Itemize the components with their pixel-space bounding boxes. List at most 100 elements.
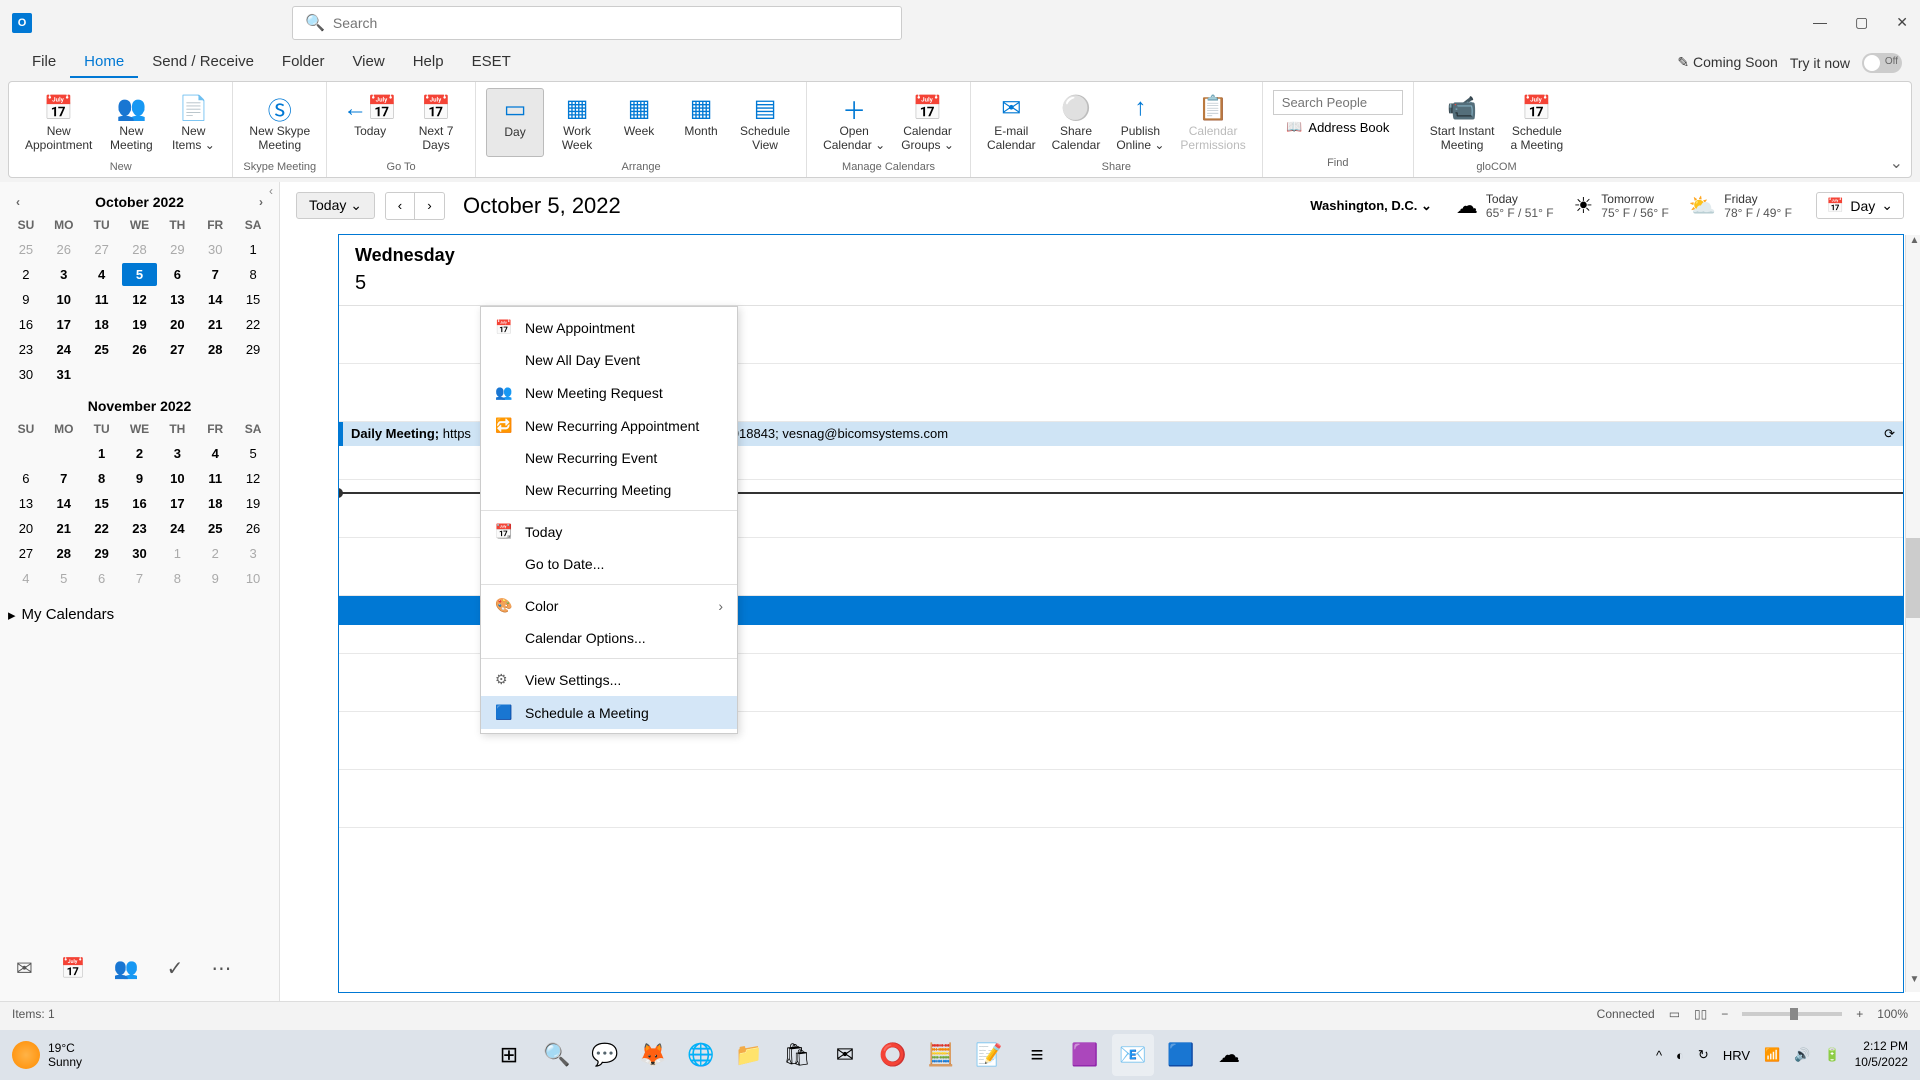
ctx-new-recurring-event[interactable]: New Recurring Event [481,442,737,474]
cal-day[interactable]: 3 [235,542,271,565]
cal-day[interactable]: 7 [46,467,82,490]
time-slot[interactable]: 7 PM [339,770,1903,828]
ctx-today[interactable]: 📆Today [481,515,737,548]
cal-day[interactable]: 27 [84,238,120,261]
forecast-today[interactable]: ☁Today65° F / 51° F [1456,192,1554,220]
ribbon-schedule-view[interactable]: ▤Schedule View [734,88,796,157]
cal-day[interactable]: 10 [46,288,82,311]
cal-day[interactable]: 12 [235,467,271,490]
next-day-button[interactable]: › [415,192,445,220]
cal-day[interactable]: 10 [235,567,271,590]
cal-day[interactable]: 6 [159,263,195,286]
taskbar-explorer-icon[interactable]: 📁 [728,1034,770,1076]
cal-day[interactable]: 6 [84,567,120,590]
cal-day[interactable]: 18 [197,492,233,515]
taskbar-vscode-icon[interactable]: ≡ [1016,1034,1058,1076]
people-nav-icon[interactable]: 👥 [114,956,139,981]
cal-day[interactable]: 11 [84,288,120,311]
menu-help[interactable]: Help [399,47,458,78]
menu-home[interactable]: Home [70,47,138,78]
ctx-new-appointment[interactable]: 📅New Appointment [481,311,737,344]
zoom-out-button[interactable]: − [1721,1007,1728,1021]
next-month-button[interactable]: › [259,195,263,209]
ribbon-new-skype-meeting[interactable]: ⓈNew Skype Meeting [243,88,316,157]
cal-day[interactable]: 18 [84,313,120,336]
forecast-friday[interactable]: ⛅Friday78° F / 49° F [1689,192,1792,220]
cal-day[interactable]: 30 [197,238,233,261]
cal-day[interactable]: 25 [84,338,120,361]
minimize-button[interactable]: — [1813,14,1827,31]
cal-day[interactable]: 23 [8,338,44,361]
ctx-schedule-a-meeting[interactable]: 🟦Schedule a Meeting [481,696,737,729]
cal-day[interactable]: 21 [46,517,82,540]
search-box[interactable]: 🔍 [292,6,902,40]
ctx-go-to-date---[interactable]: Go to Date... [481,548,737,580]
taskbar-edge-icon[interactable]: 🌐 [680,1034,722,1076]
cal-day[interactable]: 13 [8,492,44,515]
tasks-nav-icon[interactable]: ✓ [167,956,184,981]
view-normal-icon[interactable]: ▭ [1669,1007,1680,1021]
cal-day[interactable]: 30 [8,363,44,386]
ribbon-publish-online--[interactable]: ↑Publish Online ⌄ [1110,88,1170,157]
cal-day[interactable]: 16 [8,313,44,336]
cal-day[interactable]: 4 [8,567,44,590]
ctx-new-meeting-request[interactable]: 👥New Meeting Request [481,376,737,409]
today-button[interactable]: Today ⌄ [296,192,375,219]
start-button[interactable]: ⊞ [488,1034,530,1076]
menu-sendreceive[interactable]: Send / Receive [138,47,268,78]
cal-day[interactable]: 9 [197,567,233,590]
cal-day[interactable]: 24 [46,338,82,361]
cal-day[interactable]: 5 [46,567,82,590]
tray-clock[interactable]: 2:12 PM10/5/2022 [1855,1039,1908,1070]
cal-day[interactable]: 19 [235,492,271,515]
cal-day[interactable]: 3 [46,263,82,286]
my-calendars-toggle[interactable]: ▸ My Calendars [8,606,271,624]
taskbar-store-icon[interactable]: 🛍 [776,1034,818,1076]
ribbon-collapse-button[interactable]: ⌄ [1890,153,1903,173]
ctx-view-settings---[interactable]: ⚙View Settings... [481,663,737,696]
cal-day[interactable]: 26 [46,238,82,261]
cal-day[interactable]: 13 [159,288,195,311]
cal-day[interactable]: 29 [84,542,120,565]
cal-day[interactable]: 8 [84,467,120,490]
taskbar-weather[interactable]: 19°CSunny [12,1041,82,1070]
cal-day[interactable]: 23 [122,517,158,540]
ribbon-open-calendar--[interactable]: ＋Open Calendar ⌄ [817,88,891,157]
ribbon-schedule-a-meeting[interactable]: 📅Schedule a Meeting [1504,88,1569,157]
ribbon-work-week[interactable]: ▦Work Week [548,88,606,157]
cal-day[interactable]: 1 [159,542,195,565]
ctx-calendar-options---[interactable]: Calendar Options... [481,622,737,654]
cal-day[interactable]: 5 [235,442,271,465]
tray-battery-icon[interactable]: 🔋 [1824,1047,1840,1063]
forecast-tomorrow[interactable]: ☀Tomorrow75° F / 56° F [1574,192,1669,220]
tray-eset-icon[interactable]: ◐ [1676,1048,1684,1063]
ribbon-new-appointment[interactable]: 📅New Appointment [19,88,98,157]
ribbon-start-instant-meeting[interactable]: 📹Start Instant Meeting [1424,88,1501,157]
cal-day[interactable]: 9 [122,467,158,490]
cal-day[interactable]: 16 [122,492,158,515]
cal-day[interactable]: 28 [46,542,82,565]
cal-day[interactable]: 11 [197,467,233,490]
cal-day[interactable]: 27 [159,338,195,361]
taskbar-mail-icon[interactable]: ✉ [824,1034,866,1076]
cal-day[interactable]: 15 [84,492,120,515]
menu-file[interactable]: File [18,47,70,78]
cal-day[interactable]: 2 [122,442,158,465]
cal-day[interactable]: 15 [235,288,271,311]
cal-day[interactable]: 7 [122,567,158,590]
more-nav-icon[interactable]: ⋯ [211,956,231,981]
cal-day[interactable]: 22 [84,517,120,540]
cal-day[interactable]: 26 [122,338,158,361]
ribbon-new-items--[interactable]: 📄New Items ⌄ [164,88,222,157]
close-button[interactable]: ✕ [1896,14,1908,31]
taskbar-outlook-icon[interactable]: 📧 [1112,1034,1154,1076]
ribbon-share-calendar[interactable]: ⚪Share Calendar [1046,88,1107,157]
cal-day[interactable]: 30 [122,542,158,565]
prev-month-button[interactable]: ‹ [16,195,20,209]
tray-chevron-icon[interactable]: ^ [1656,1048,1662,1063]
cal-day[interactable]: 7 [197,263,233,286]
cal-day[interactable]: 17 [159,492,195,515]
tray-lang[interactable]: HRV [1723,1048,1750,1063]
cal-day[interactable]: 2 [197,542,233,565]
cal-day[interactable]: 29 [159,238,195,261]
